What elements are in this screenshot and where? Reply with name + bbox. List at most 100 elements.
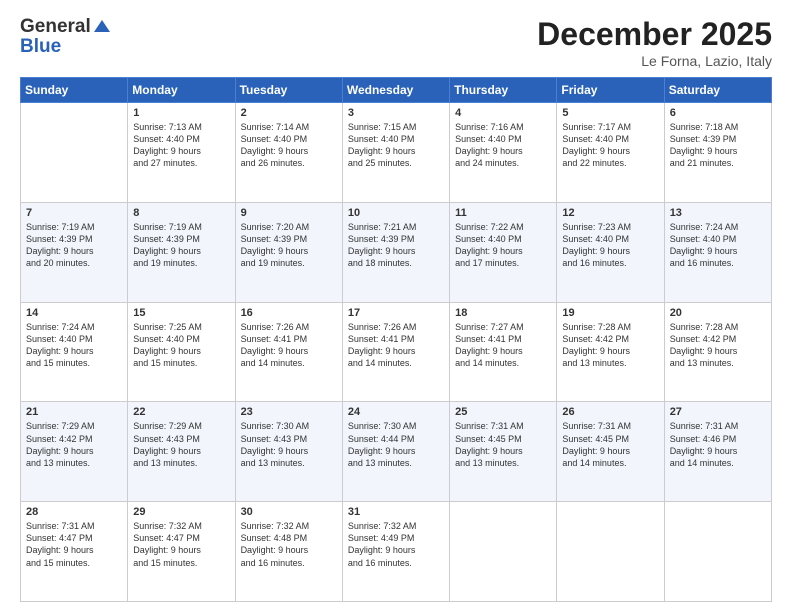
day-number: 3 — [348, 107, 444, 119]
logo-blue: Blue — [20, 36, 112, 58]
day-info: Sunrise: 7:22 AMSunset: 4:40 PMDaylight:… — [455, 221, 551, 270]
day-info: Sunrise: 7:24 AMSunset: 4:40 PMDaylight:… — [670, 221, 766, 270]
day-number: 13 — [670, 207, 766, 219]
day-number: 15 — [133, 307, 229, 319]
day-number: 6 — [670, 107, 766, 119]
day-info: Sunrise: 7:25 AMSunset: 4:40 PMDaylight:… — [133, 321, 229, 370]
day-number: 30 — [241, 506, 337, 518]
page: General Blue December 2025 Le Forna, Laz… — [0, 0, 792, 612]
day-number: 9 — [241, 207, 337, 219]
day-info: Sunrise: 7:19 AMSunset: 4:39 PMDaylight:… — [133, 221, 229, 270]
calendar-table: SundayMondayTuesdayWednesdayThursdayFrid… — [20, 77, 772, 602]
day-info: Sunrise: 7:18 AMSunset: 4:39 PMDaylight:… — [670, 121, 766, 170]
day-info: Sunrise: 7:31 AMSunset: 4:45 PMDaylight:… — [455, 420, 551, 469]
day-number: 1 — [133, 107, 229, 119]
day-number: 5 — [562, 107, 658, 119]
day-number: 16 — [241, 307, 337, 319]
day-info: Sunrise: 7:28 AMSunset: 4:42 PMDaylight:… — [670, 321, 766, 370]
calendar-cell: 16 Sunrise: 7:26 AMSunset: 4:41 PMDayligh… — [235, 302, 342, 402]
day-info: Sunrise: 7:23 AMSunset: 4:40 PMDaylight:… — [562, 221, 658, 270]
calendar-cell — [450, 502, 557, 602]
day-info: Sunrise: 7:15 AMSunset: 4:40 PMDaylight:… — [348, 121, 444, 170]
calendar-cell: 30 Sunrise: 7:32 AMSunset: 4:48 PMDayligh… — [235, 502, 342, 602]
day-number: 17 — [348, 307, 444, 319]
week-row-3: 14 Sunrise: 7:24 AMSunset: 4:40 PMDayligh… — [21, 302, 772, 402]
col-header-monday: Monday — [128, 78, 235, 103]
day-number: 11 — [455, 207, 551, 219]
calendar-cell: 31 Sunrise: 7:32 AMSunset: 4:49 PMDayligh… — [342, 502, 449, 602]
calendar-cell — [21, 103, 128, 203]
week-row-5: 28Sunrise: 7:31 AMSunset: 4:47 PMDayligh… — [21, 502, 772, 602]
day-info: Sunrise: 7:30 AMSunset: 4:43 PMDaylight:… — [241, 420, 337, 469]
calendar-cell: 13 Sunrise: 7:24 AMSunset: 4:40 PMDayligh… — [664, 202, 771, 302]
day-info: Sunrise: 7:24 AMSunset: 4:40 PMDaylight:… — [26, 321, 122, 370]
day-info: Sunrise: 7:26 AMSunset: 4:41 PMDaylight:… — [348, 321, 444, 370]
day-info: Sunrise: 7:31 AMSunset: 4:46 PMDaylight:… — [670, 420, 766, 469]
day-number: 10 — [348, 207, 444, 219]
col-header-tuesday: Tuesday — [235, 78, 342, 103]
calendar-cell: 11 Sunrise: 7:22 AMSunset: 4:40 PMDayligh… — [450, 202, 557, 302]
calendar-cell: 25 Sunrise: 7:31 AMSunset: 4:45 PMDayligh… — [450, 402, 557, 502]
calendar-cell: 5 Sunrise: 7:17 AMSunset: 4:40 PMDaylight… — [557, 103, 664, 203]
calendar-cell: 28Sunrise: 7:31 AMSunset: 4:47 PMDayligh… — [21, 502, 128, 602]
calendar-cell: 2Sunrise: 7:14 AMSunset: 4:40 PMDaylight… — [235, 103, 342, 203]
day-number: 26 — [562, 406, 658, 418]
calendar-cell: 24Sunrise: 7:30 AMSunset: 4:44 PMDayligh… — [342, 402, 449, 502]
day-number: 12 — [562, 207, 658, 219]
day-number: 28 — [26, 506, 122, 518]
day-info: Sunrise: 7:28 AMSunset: 4:42 PMDaylight:… — [562, 321, 658, 370]
calendar-cell: 9 Sunrise: 7:20 AMSunset: 4:39 PMDaylight… — [235, 202, 342, 302]
calendar-cell — [664, 502, 771, 602]
calendar-cell: 3 Sunrise: 7:15 AMSunset: 4:40 PMDaylight… — [342, 103, 449, 203]
day-number: 23 — [241, 406, 337, 418]
col-header-wednesday: Wednesday — [342, 78, 449, 103]
day-number: 18 — [455, 307, 551, 319]
day-number: 20 — [670, 307, 766, 319]
day-number: 29 — [133, 506, 229, 518]
day-info: Sunrise: 7:32 AMSunset: 4:47 PMDaylight:… — [133, 520, 229, 569]
calendar-cell — [557, 502, 664, 602]
day-info: Sunrise: 7:17 AMSunset: 4:40 PMDaylight:… — [562, 121, 658, 170]
day-info: Sunrise: 7:32 AMSunset: 4:49 PMDaylight:… — [348, 520, 444, 569]
title-block: December 2025 Le Forna, Lazio, Italy — [537, 16, 772, 69]
calendar-cell: 18 Sunrise: 7:27 AMSunset: 4:41 PMDayligh… — [450, 302, 557, 402]
day-info: Sunrise: 7:29 AMSunset: 4:43 PMDaylight:… — [133, 420, 229, 469]
day-info: Sunrise: 7:20 AMSunset: 4:39 PMDaylight:… — [241, 221, 337, 270]
calendar-header-row: SundayMondayTuesdayWednesdayThursdayFrid… — [21, 78, 772, 103]
logo-text: General — [20, 16, 112, 38]
calendar-cell: 7Sunrise: 7:19 AMSunset: 4:39 PMDaylight… — [21, 202, 128, 302]
month-title: December 2025 — [537, 16, 772, 53]
day-number: 14 — [26, 307, 122, 319]
calendar-cell: 6 Sunrise: 7:18 AMSunset: 4:39 PMDaylight… — [664, 103, 771, 203]
day-number: 24 — [348, 406, 444, 418]
header: General Blue December 2025 Le Forna, Laz… — [20, 16, 772, 69]
week-row-1: 1 Sunrise: 7:13 AMSunset: 4:40 PMDaylight… — [21, 103, 772, 203]
day-info: Sunrise: 7:26 AMSunset: 4:41 PMDaylight:… — [241, 321, 337, 370]
calendar-cell: 27Sunrise: 7:31 AMSunset: 4:46 PMDayligh… — [664, 402, 771, 502]
calendar-cell: 12 Sunrise: 7:23 AMSunset: 4:40 PMDayligh… — [557, 202, 664, 302]
calendar-cell: 10Sunrise: 7:21 AMSunset: 4:39 PMDayligh… — [342, 202, 449, 302]
day-info: Sunrise: 7:16 AMSunset: 4:40 PMDaylight:… — [455, 121, 551, 170]
week-row-2: 7Sunrise: 7:19 AMSunset: 4:39 PMDaylight… — [21, 202, 772, 302]
calendar-cell: 22 Sunrise: 7:29 AMSunset: 4:43 PMDayligh… — [128, 402, 235, 502]
logo-icon — [92, 18, 112, 34]
calendar-cell: 21Sunrise: 7:29 AMSunset: 4:42 PMDayligh… — [21, 402, 128, 502]
logo: General Blue — [20, 16, 112, 58]
day-info: Sunrise: 7:32 AMSunset: 4:48 PMDaylight:… — [241, 520, 337, 569]
calendar-cell: 26 Sunrise: 7:31 AMSunset: 4:45 PMDayligh… — [557, 402, 664, 502]
day-info: Sunrise: 7:27 AMSunset: 4:41 PMDaylight:… — [455, 321, 551, 370]
day-number: 19 — [562, 307, 658, 319]
day-number: 31 — [348, 506, 444, 518]
calendar-cell: 20 Sunrise: 7:28 AMSunset: 4:42 PMDayligh… — [664, 302, 771, 402]
day-info: Sunrise: 7:19 AMSunset: 4:39 PMDaylight:… — [26, 221, 122, 270]
day-info: Sunrise: 7:31 AMSunset: 4:45 PMDaylight:… — [562, 420, 658, 469]
col-header-saturday: Saturday — [664, 78, 771, 103]
calendar-cell: 17 Sunrise: 7:26 AMSunset: 4:41 PMDayligh… — [342, 302, 449, 402]
col-header-friday: Friday — [557, 78, 664, 103]
day-info: Sunrise: 7:13 AMSunset: 4:40 PMDaylight:… — [133, 121, 229, 170]
day-number: 22 — [133, 406, 229, 418]
day-info: Sunrise: 7:14 AMSunset: 4:40 PMDaylight:… — [241, 121, 337, 170]
day-number: 4 — [455, 107, 551, 119]
day-number: 25 — [455, 406, 551, 418]
day-number: 8 — [133, 207, 229, 219]
